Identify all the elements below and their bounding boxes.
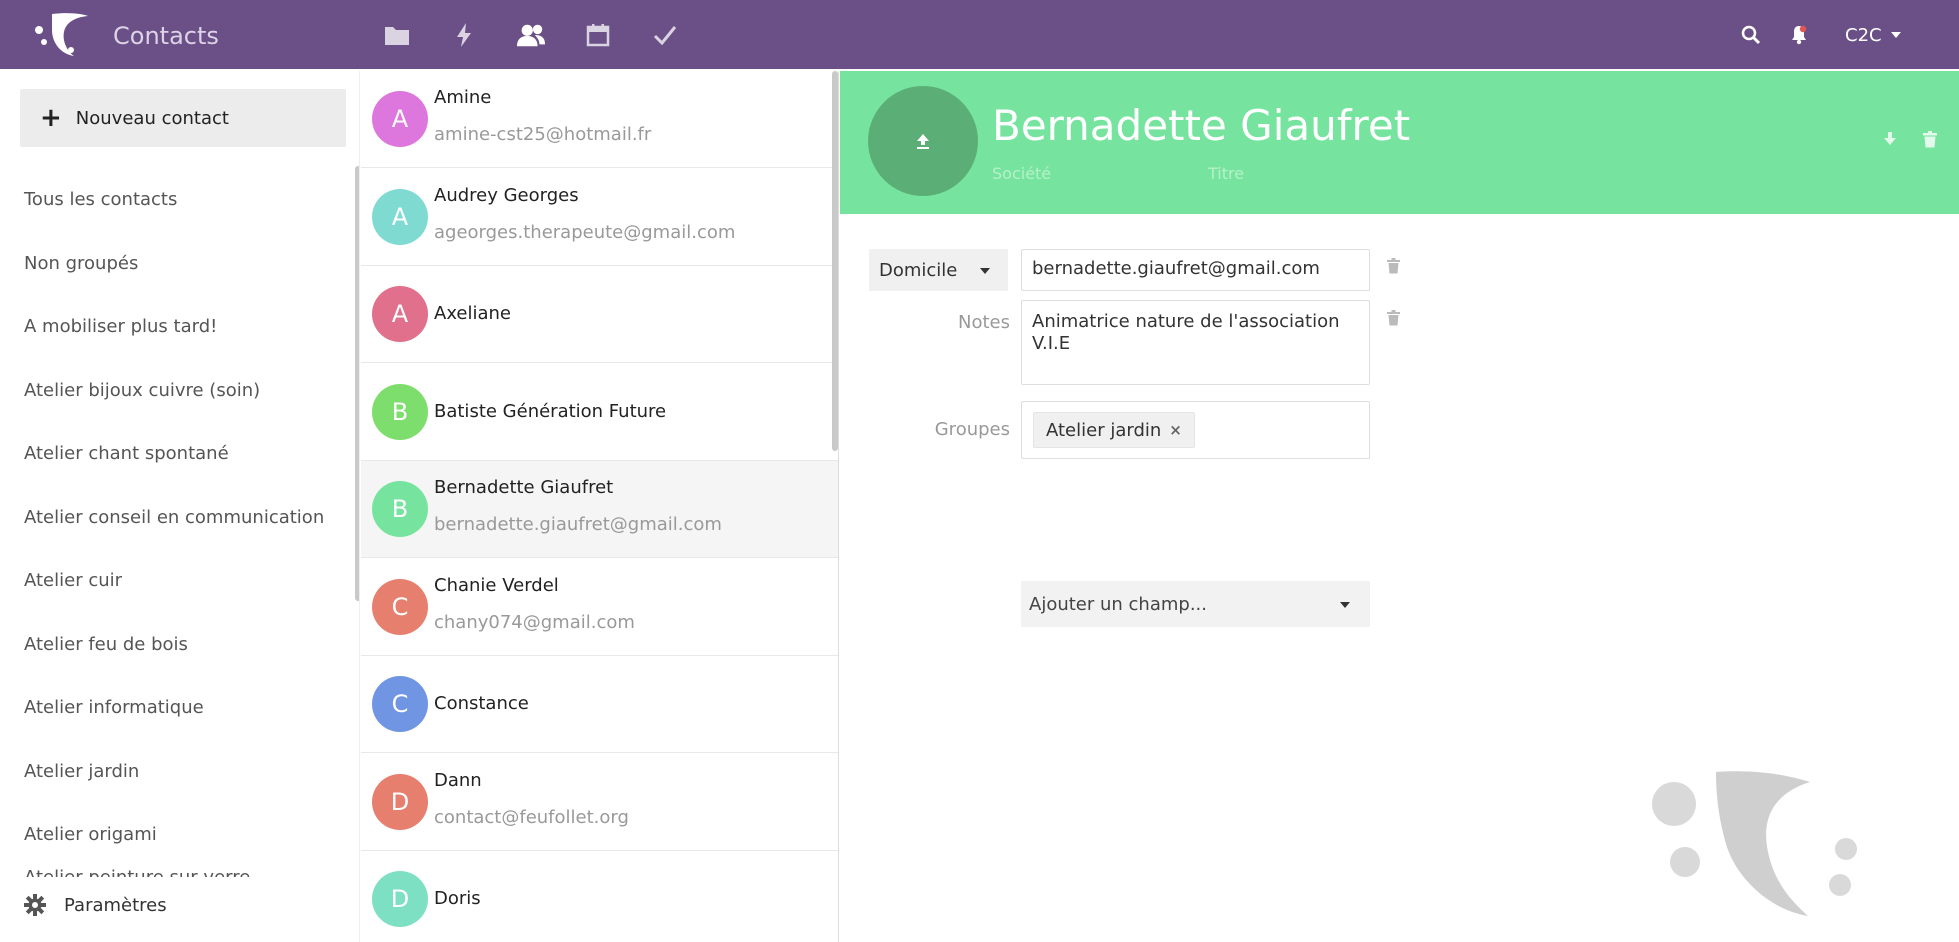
- upload-icon: [917, 134, 929, 149]
- delete-email-icon[interactable]: [1387, 258, 1400, 278]
- plus-icon: +: [40, 103, 62, 133]
- chevron-down-icon: [1340, 602, 1350, 608]
- delete-notes-icon[interactable]: [1387, 310, 1400, 330]
- contact-avatar: C: [372, 578, 428, 635]
- delete-contact-icon[interactable]: [1923, 131, 1937, 152]
- contact-name: Bernadette Giaufret: [434, 477, 614, 498]
- gear-icon: [24, 894, 46, 916]
- contact-list: A Amine amine-cst25@hotmail.fr A Audrey Geor…: [361, 71, 839, 942]
- sidebar-group-item[interactable]: Atelier informatique: [0, 676, 350, 740]
- groups-label: Groupes: [934, 419, 1010, 440]
- contact-list-item[interactable]: D Doris: [361, 851, 838, 942]
- tasks-icon[interactable]: [650, 20, 680, 50]
- contact-name: Batiste Génération Future: [434, 400, 667, 422]
- contact-list-item[interactable]: C Constance: [361, 656, 838, 753]
- user-menu[interactable]: C2C: [1845, 20, 1901, 50]
- add-field-select[interactable]: Ajouter un champ...: [1021, 581, 1370, 627]
- contact-avatar: B: [372, 481, 428, 537]
- groups-sidebar: + Nouveau contact Tous les contacts Non g…: [0, 71, 360, 942]
- sidebar-group-item[interactable]: Atelier origami: [0, 803, 350, 867]
- sidebar-group-item[interactable]: Atelier bijoux cuivre (soin): [0, 359, 350, 423]
- app-title: Contacts: [113, 22, 219, 50]
- settings-label: Paramètres: [64, 894, 167, 916]
- contact-avatar: C: [372, 676, 428, 732]
- add-field-label: Ajouter un champ...: [1029, 593, 1207, 615]
- contacts-icon[interactable]: [516, 20, 546, 50]
- contact-avatar: B: [372, 383, 428, 440]
- email-type-select[interactable]: Domicile: [869, 249, 1008, 291]
- contact-email: amine-cst25@hotmail.fr: [434, 124, 652, 145]
- contact-name: Amine: [434, 87, 492, 108]
- sidebar-group-item[interactable]: A mobiliser plus tard!: [0, 295, 350, 359]
- contact-email: chany074@gmail.com: [434, 611, 635, 633]
- activity-icon[interactable]: [449, 20, 479, 50]
- search-icon[interactable]: [1741, 20, 1761, 50]
- remove-tag-icon[interactable]: ×: [1169, 421, 1182, 439]
- contact-detail-header: Bernadette Giaufret Société Titre: [840, 71, 1959, 214]
- contact-list-item[interactable]: A Axeliane: [361, 266, 838, 363]
- notes-label: Notes: [958, 312, 1010, 333]
- title-field[interactable]: Titre: [1208, 164, 1244, 183]
- chevron-down-icon: [980, 268, 990, 274]
- contact-avatar: D: [372, 871, 428, 927]
- contact-name: Chanie Verdel: [434, 574, 559, 596]
- new-contact-button[interactable]: + Nouveau contact: [20, 89, 346, 147]
- contact-full-name[interactable]: Bernadette Giaufret: [992, 101, 1410, 150]
- sidebar-group-item[interactable]: Atelier cuir: [0, 549, 350, 613]
- contact-avatar: A: [372, 286, 428, 342]
- sidebar-group-item[interactable]: Atelier jardin: [0, 740, 350, 804]
- sidebar-scrollbar[interactable]: [355, 166, 359, 601]
- calendar-icon[interactable]: [583, 20, 613, 50]
- app-logo[interactable]: [30, 8, 90, 60]
- user-label: C2C: [1845, 24, 1882, 46]
- top-header: Contacts C2C: [0, 0, 1959, 71]
- contact-name: Doris: [434, 888, 481, 909]
- contact-name: Audrey Georges: [434, 184, 579, 206]
- contact-list-item[interactable]: B Batiste Génération Future: [361, 364, 838, 461]
- sidebar-group-item[interactable]: Atelier conseil en communication: [0, 486, 350, 550]
- notifications-icon[interactable]: [1791, 20, 1807, 50]
- contact-name: Constance: [434, 693, 529, 714]
- sidebar-item-partial[interactable]: Atelier peinture sur verre: [24, 867, 250, 877]
- sidebar-group-item[interactable]: Atelier chant spontané: [0, 422, 350, 486]
- contact-list-item[interactable]: B Bernadette Giaufret bernadette.giaufret@…: [361, 461, 838, 558]
- contact-list-item[interactable]: D Dann contact@feufollet.org: [361, 754, 838, 851]
- contact-email: bernadette.giaufret@gmail.com: [434, 514, 722, 535]
- groups-field[interactable]: Atelier jardin ×: [1021, 401, 1370, 459]
- app-navigation-icons: [382, 20, 717, 50]
- contact-avatar: A: [372, 91, 428, 147]
- contact-email: ageorges.therapeute@gmail.com: [434, 221, 736, 243]
- sidebar-group-item[interactable]: Non groupés: [0, 232, 350, 296]
- contact-name: Dann: [434, 769, 482, 791]
- contact-email: contact@feufollet.org: [434, 806, 629, 828]
- organization-field[interactable]: Société: [992, 164, 1051, 183]
- notes-field[interactable]: Animatrice nature de l'association V.I.E: [1021, 300, 1370, 385]
- contact-list-item[interactable]: A Amine amine-cst25@hotmail.fr: [361, 71, 838, 168]
- group-list: Tous les contacts Non groupés A mobiliser …: [0, 168, 350, 867]
- contacts-app: Contacts C2C + Nouveau contact Tous les …: [0, 0, 1959, 942]
- email-field[interactable]: bernadette.giaufret@gmail.com: [1021, 249, 1370, 291]
- contact-avatar: A: [372, 188, 428, 245]
- group-tag-label: Atelier jardin: [1046, 419, 1162, 441]
- contact-list-item[interactable]: A Audrey Georges ageorges.therapeute@gmail…: [361, 169, 838, 266]
- group-tag: Atelier jardin ×: [1033, 412, 1195, 448]
- contact-actions: [1857, 131, 1937, 152]
- download-icon[interactable]: [1883, 131, 1897, 152]
- new-contact-label: Nouveau contact: [75, 107, 229, 129]
- email-type-value: Domicile: [879, 259, 958, 281]
- folder-icon[interactable]: [382, 20, 412, 50]
- contact-name: Axeliane: [434, 303, 512, 324]
- contact-photo-upload[interactable]: [868, 86, 978, 196]
- contact-list-scrollbar[interactable]: [832, 71, 838, 451]
- settings-button[interactable]: Paramètres: [24, 894, 167, 916]
- background-logo-watermark: [1652, 771, 1857, 916]
- sidebar-group-item[interactable]: Atelier feu de bois: [0, 613, 350, 677]
- contact-list-item[interactable]: C Chanie Verdel chany074@gmail.com: [361, 559, 838, 656]
- contact-avatar: D: [372, 773, 428, 830]
- sidebar-group-item[interactable]: Tous les contacts: [0, 168, 350, 232]
- chevron-down-icon: [1890, 32, 1901, 38]
